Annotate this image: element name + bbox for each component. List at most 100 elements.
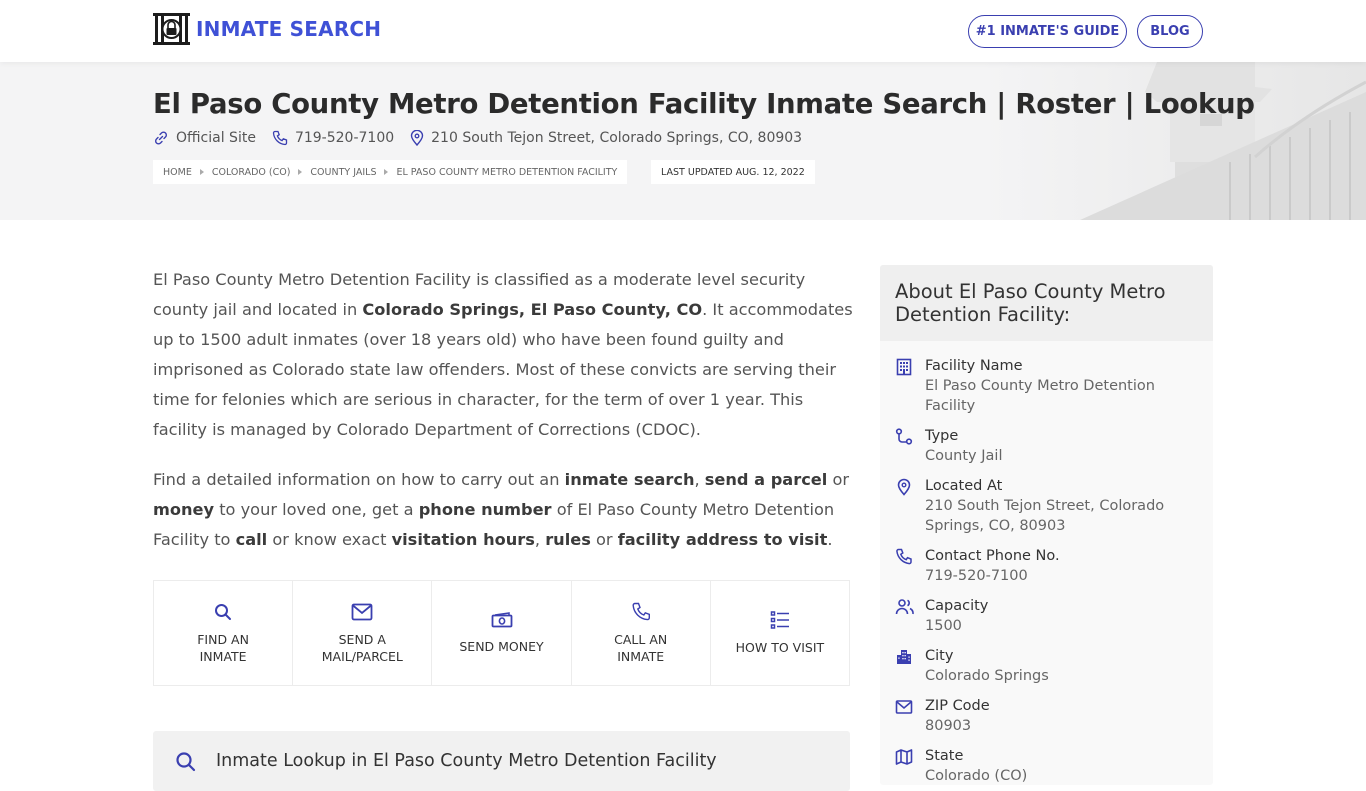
info-facility-name: Facility Name El Paso County Metro Detent… [880,356,1213,416]
info-label: ZIP Code [925,698,990,714]
lookup-heading: Inmate Lookup in El Paso County Metro De… [216,751,717,771]
phone-icon [632,602,650,620]
phone-icon [272,130,288,146]
facility-meta-row: Official Site 719-520-7100 210 South Tej… [153,130,818,146]
info-label: Facility Name [925,358,1023,374]
address-text: 210 South Tejon Street, Colorado Springs… [431,130,803,146]
paragraph-text: or know exact [267,530,392,549]
info-value: Colorado (CO) [925,768,1028,784]
official-site-link[interactable]: Official Site [153,130,256,146]
send-money-button[interactable]: SEND MONEY [432,581,572,685]
emphasized-text: facility address to visit [617,530,828,549]
sidebar-title: About El Paso County Metro Detention Fac… [880,265,1213,341]
breadcrumb: HOME COLORADO (CO) COUNTY JAILS EL PASO … [153,160,628,184]
info-contact-phone: Contact Phone No. 719-520-7100 [880,546,1213,586]
envelope-icon [351,603,373,620]
info-value[interactable]: 719-520-7100 [925,566,1060,586]
emphasized-text: Colorado Springs, El Paso County, CO [362,300,703,319]
page-title: El Paso County Metro Detention Facility … [153,88,1255,120]
action-label-line2: MAIL/PARCEL [321,648,403,664]
find-inmate-button[interactable]: FIND AN INMATE [154,581,294,685]
money-icon [491,612,512,628]
top-navbar: INMATE SEARCH #1 INMATE'S GUIDE BLOG [0,0,1366,62]
list-icon [770,611,789,629]
info-value: County Jail [925,448,1003,464]
map-pin-icon [897,478,911,496]
site-logo[interactable]: INMATE SEARCH [153,13,381,45]
inmate-lookup-section: Inmate Lookup in El Paso County Metro De… [153,731,850,791]
search-icon [215,603,232,620]
action-label-line1: HOW TO VISIT [735,640,825,655]
paragraph-text: or [827,470,850,489]
call-inmate-button[interactable]: CALL AN INMATE [572,581,711,685]
map-icon [895,749,913,765]
users-icon [895,599,914,615]
info-label: Located At [925,478,1003,494]
info-value: 210 South Tejon Street, Colorado Springs… [925,498,1165,534]
paragraph-text: to your loved one, get a [214,500,419,519]
breadcrumb-separator-icon [199,169,204,175]
info-label: State [925,748,964,764]
logo-text: INMATE SEARCH [196,17,382,41]
paragraph-text: , [534,530,546,549]
phone-number: 719-520-7100 [294,130,395,146]
breadcrumb-current: EL PASO COUNTY METRO DETENTION FACILITY [396,166,618,178]
breadcrumb-separator-icon [298,169,303,175]
emphasized-text: inmate search [564,470,695,489]
emphasized-text: send a parcel [704,470,828,489]
info-type: Type County Jail [880,426,1213,466]
address-link[interactable]: 210 South Tejon Street, Colorado Springs… [410,130,802,146]
nav-blog-button[interactable]: BLOG [1137,15,1203,48]
phone-icon [896,548,912,565]
official-site-label: Official Site [176,130,256,146]
link-icon [154,131,168,145]
paragraph-text: , [694,470,705,489]
services-paragraph: Find a detailed information on how to ca… [153,465,853,555]
quick-actions: FIND AN INMATE SEND A MAIL/PARCEL SEND M… [153,580,850,686]
route-icon [895,428,913,445]
map-pin-icon [410,130,424,146]
breadcrumb-home[interactable]: HOME [163,167,192,178]
emphasized-text: visitation hours [391,530,535,549]
emphasized-text: call [235,530,268,549]
info-capacity: Capacity 1500 [880,596,1213,636]
nav-inmates-guide-button[interactable]: #1 INMATE'S GUIDE [968,15,1127,48]
info-value: 1500 [925,618,962,634]
emphasized-text: phone number [418,500,552,519]
how-to-visit-button[interactable]: HOW TO VISIT [711,581,849,685]
paragraph-text: Find a detailed information on how to ca… [153,470,565,489]
action-label-line1: FIND AN [197,631,249,647]
info-value: 80903 [925,718,972,734]
emphasized-text: rules [545,530,591,549]
info-located-at: Located At 210 South Tejon Street, Colora… [880,476,1213,536]
info-state: State Colorado (CO) [880,746,1213,786]
facility-info-sidebar: About El Paso County Metro Detention Fac… [880,265,1213,785]
breadcrumb-separator-icon [384,169,389,175]
building-icon [896,358,912,376]
info-value: El Paso County Metro Detention Facility [925,378,1155,414]
action-label-line1: CALL AN [614,631,668,647]
info-value: Colorado Springs [925,668,1049,684]
intro-paragraph: El Paso County Metro Detention Facility … [153,265,853,445]
breadcrumb-state[interactable]: COLORADO (CO) [212,167,291,178]
info-label: Type [925,428,959,444]
paragraph-text: or [590,530,618,549]
info-label: Capacity [925,598,989,614]
phone-link[interactable]: 719-520-7100 [272,130,394,146]
info-label: City [925,648,954,664]
search-icon [176,752,196,772]
paragraph-text: . It accommodates up to 1500 adult inmat… [153,300,853,439]
envelope-icon [895,700,913,714]
jail-lock-icon [153,13,190,45]
action-label-line1: SEND A [338,631,386,647]
info-zip-code: ZIP Code 80903 [880,696,1213,736]
send-mail-button[interactable]: SEND A MAIL/PARCEL [293,581,433,685]
action-label-line2: INMATE [199,648,247,664]
breadcrumb-county-jails[interactable]: COUNTY JAILS [310,167,376,178]
action-label-line2: INMATE [617,648,665,664]
emphasized-text: money [153,500,215,519]
info-city: City Colorado Springs [880,646,1213,686]
paragraph-text: . [827,530,833,549]
info-label: Contact Phone No. [925,548,1060,564]
last-updated-badge: LAST UPDATED AUG. 12, 2022 [651,160,815,184]
